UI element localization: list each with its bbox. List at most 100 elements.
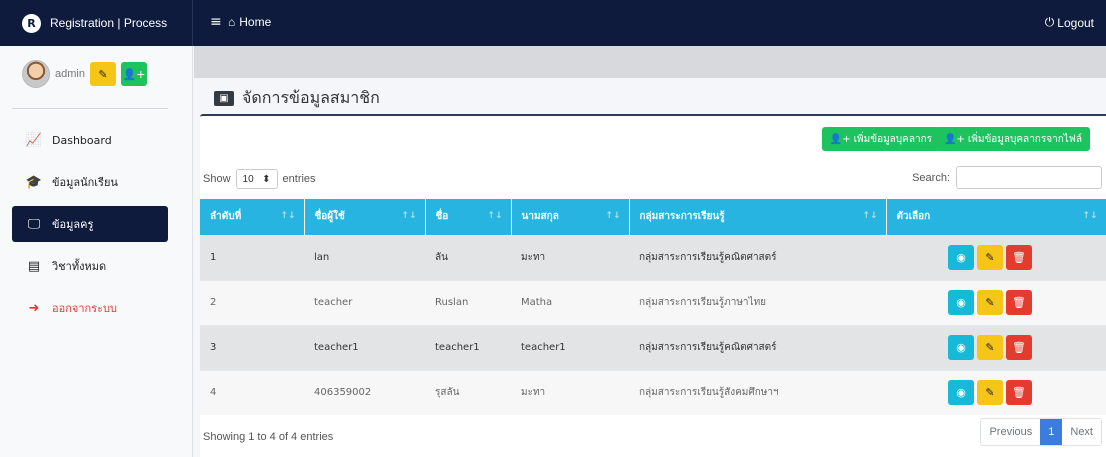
entries-value: 10 [242,173,254,185]
sort-icon: ↑↓ [487,211,503,221]
sidebar-divider [12,108,168,109]
view-button[interactable]: ◉ [948,245,974,270]
trash-icon: 🗑 [1012,386,1026,400]
username-label: admin [55,68,85,80]
cell-group: กลุ่มสาระการเรียนรู้สังคมศึกษาฯ [629,369,886,415]
table-info: Showing 1 to 4 of 4 entries [203,431,334,443]
sidebar-item-label: ข้อมูลนักเรียน [52,176,118,189]
table-row: 3 teacher1 teacher1 teacher1 กลุ่มสาระกา… [200,324,1106,370]
pencil-icon: ✎ [985,341,995,354]
cell-actions: ◉ ✎ 🗑 [886,324,1106,370]
sidebar-item-label: ข้อมูลครู [52,218,94,231]
add-user-button[interactable]: 👤+ [120,62,147,86]
pagination: Previous 1 Next [980,418,1102,446]
column-header-first-name[interactable]: ชื่อ ↑↓ [425,199,512,235]
column-header-no[interactable]: ลำดับที่ ↑↓ [200,199,305,235]
eye-icon: ◉ [956,251,966,264]
cell-actions: ◉ ✎ 🗑 [886,234,1106,280]
sidebar-item-dashboard[interactable]: 📈 Dashboard [12,122,168,158]
menu-toggle-icon[interactable]: ≡ [210,14,222,30]
cell-username: teacher [304,279,425,325]
add-from-file-label: เพิ่มข้อมูลบุคลากรจากไฟล์ [967,133,1082,145]
search-input[interactable] [956,166,1102,189]
entries-select[interactable]: 10 ⬍ [235,169,278,189]
trash-icon: 🗑 [1012,251,1026,264]
cell-no: 2 [200,279,304,325]
eye-icon: ◉ [956,296,966,309]
cell-username: teacher1 [304,324,425,370]
next-page-button[interactable]: Next [1062,419,1101,445]
edit-button[interactable]: ✎ [977,380,1003,406]
edit-button[interactable]: ✎ [977,335,1003,360]
cell-first-name: Ruslan [425,279,511,325]
sort-icon: ↑↓ [401,211,417,221]
table-row: 4 406359002 รุสลัน มะทา กลุ่มสาระการเรีย… [200,369,1106,415]
page-title-text: จัดการข้อมูลสมาชิก [242,88,380,107]
edit-profile-button[interactable]: ✎ [89,62,116,86]
view-button[interactable]: ◉ [948,380,974,406]
eye-icon: ◉ [956,386,966,400]
edit-button[interactable]: ✎ [977,245,1003,270]
sidebar: admin ✎ 👤+ 📈 Dashboard 🎓 ข้อมูลนักเรียน … [0,46,193,457]
cell-last-name: มะทา [511,369,629,415]
user-plus-icon: 👤+ [944,133,965,145]
delete-button[interactable]: 🗑 [1006,335,1032,360]
cell-group: กลุ่มสาระการเรียนรู้คณิตศาสตร์ [629,324,886,370]
add-from-file-button[interactable]: 👤+ เพิ่มข้อมูลบุคลากรจากไฟล์ [936,127,1090,151]
brand-logo-icon: R [22,13,41,33]
cell-last-name: teacher1 [511,324,629,370]
user-plus-icon: 👤+ [829,133,851,145]
delete-button[interactable]: 🗑 [1006,290,1032,315]
avatar [22,60,50,88]
user-plus-icon: 👤+ [122,67,146,81]
book-icon: ▤ [27,258,41,274]
sidebar-item-subjects[interactable]: ▤ วิชาทั้งหมด [12,248,168,284]
entries-label: entries [282,173,316,185]
cell-first-name: ลัน [425,234,511,280]
column-header-username[interactable]: ชื่อผู้ใช้ ↑↓ [304,199,426,235]
cell-actions: ◉ ✎ 🗑 [886,369,1106,415]
sidebar-item-teachers[interactable]: 🖵 ข้อมูลครู [12,206,168,242]
sort-icon: ↑↓ [280,211,296,221]
cell-username: 406359002 [304,369,425,415]
pencil-icon: ✎ [985,296,995,309]
view-button[interactable]: ◉ [948,290,974,315]
sidebar-item-logout[interactable]: ➜ ออกจากระบบ [12,290,168,326]
cell-username: lan [304,234,425,280]
cell-actions: ◉ ✎ 🗑 [886,279,1106,325]
cell-first-name: teacher1 [425,324,511,370]
home-link[interactable]: ⌂ Home [228,15,271,29]
logout-link[interactable]: ⏻ Logout [1045,15,1094,30]
teacher-board-icon: 🖵 [27,216,41,232]
cell-last-name: Matha [511,279,629,325]
column-header-group[interactable]: กลุ่มสาระการเรียนรู้ ↑↓ [629,199,887,235]
search-label: Search: [912,171,950,184]
chart-line-icon: 📈 [25,132,43,148]
members-card: 👤+ เพิ่มข้อมูลบุคลากร 👤+ เพิ่มข้อมูลบุคล… [200,114,1106,457]
cell-no: 3 [200,324,304,370]
cell-no: 4 [200,369,304,415]
eye-icon: ◉ [956,341,966,354]
brand[interactable]: R Registration | Process [0,0,193,46]
edit-button[interactable]: ✎ [977,290,1003,315]
pencil-icon: ✎ [985,386,995,400]
previous-page-button[interactable]: Previous [981,419,1040,445]
cell-group: กลุ่มสาระการเรียนรู้ภาษาไทย [629,279,886,325]
sidebar-item-label: ออกจากระบบ [52,302,117,315]
sidebar-item-students[interactable]: 🎓 ข้อมูลนักเรียน [12,164,168,200]
search-box: Search: [912,166,1102,189]
delete-button[interactable]: 🗑 [1006,245,1032,270]
page-1-button[interactable]: 1 [1040,419,1063,445]
view-button[interactable]: ◉ [948,335,974,360]
add-teacher-button[interactable]: 👤+ เพิ่มข้อมูลบุคลากร [821,127,940,151]
delete-button[interactable]: 🗑 [1006,380,1032,406]
home-label: Home [239,15,272,29]
column-header-options[interactable]: ตัวเลือก ↑↓ [886,199,1106,235]
column-header-last-name[interactable]: นามสกุล ↑↓ [511,199,630,235]
user-panel: admin ✎ 👤+ [22,60,147,88]
content-header-strip [194,46,1106,78]
entries-length: Show 10 ⬍ entries [203,169,316,189]
table-header-row: ลำดับที่ ↑↓ ชื่อผู้ใช้ ↑↓ ชื่อ ↑↓ นามสกุล ↑↓… [200,199,1106,235]
add-teacher-label: เพิ่มข้อมูลบุคลากร [853,133,932,145]
trash-icon: 🗑 [1012,341,1026,354]
